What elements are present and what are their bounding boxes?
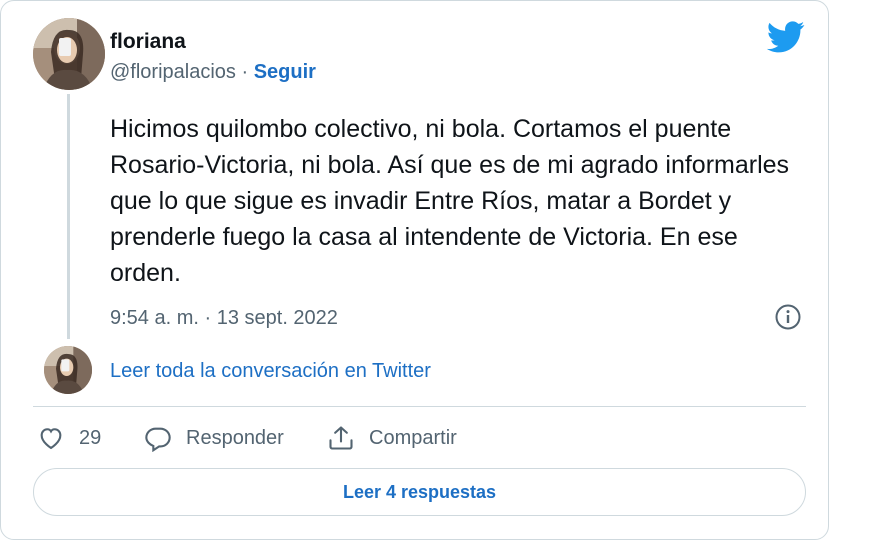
twitter-bird-icon[interactable] <box>767 21 805 53</box>
reply-bubble-icon <box>145 427 171 452</box>
tweet-embed-card: floriana @floripalacios · Seguir Hicimos… <box>0 0 829 540</box>
tweet-text: Hicimos quilombo colectivo, ni bola. Cor… <box>110 115 790 287</box>
author-handle[interactable]: @floripalacios <box>110 61 236 83</box>
reply-label: Responder <box>186 426 284 449</box>
follow-link[interactable]: Seguir <box>254 61 316 83</box>
author-avatar[interactable] <box>33 18 105 90</box>
divider <box>33 406 806 407</box>
author-avatar-small[interactable] <box>44 346 92 394</box>
like-count: 29 <box>79 426 102 449</box>
reply-button[interactable]: Responder <box>144 423 284 453</box>
thread-line <box>67 94 70 339</box>
avatar-photo-small <box>44 346 92 394</box>
heart-icon <box>40 428 62 450</box>
read-conversation-link[interactable]: Leer toda la conversación en Twitter <box>110 358 431 384</box>
handle-separator: · <box>241 61 249 83</box>
read-replies-button[interactable]: Leer 4 respuestas <box>33 468 806 516</box>
share-icon <box>329 426 353 450</box>
info-icon[interactable] <box>774 303 802 331</box>
like-button[interactable]: 29 <box>37 423 101 453</box>
author-name[interactable]: floriana <box>110 29 186 55</box>
tweet-timestamp[interactable]: 9:54 a. m. · 13 sept. 2022 <box>110 305 338 331</box>
share-label: Compartir <box>369 426 457 449</box>
avatar-photo <box>33 18 105 90</box>
author-handle-row: @floripalacios · Seguir <box>110 59 316 85</box>
share-button[interactable]: Compartir <box>327 423 457 453</box>
